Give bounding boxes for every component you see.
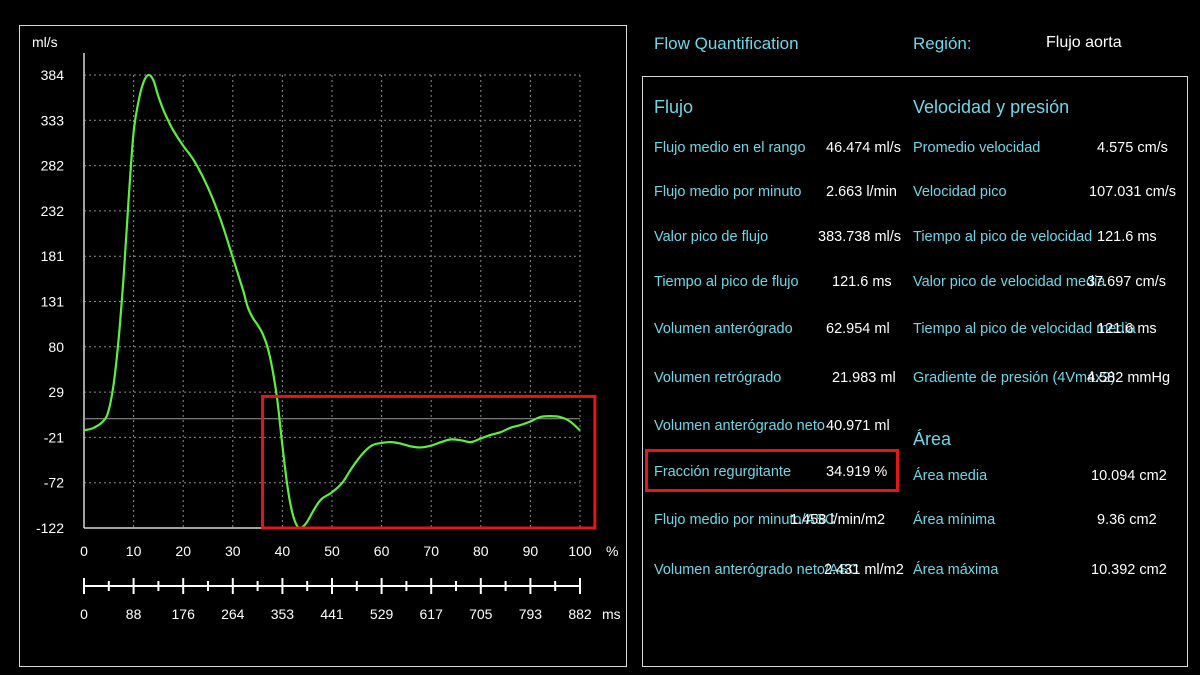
velocidad-metric-label: Promedio velocidad — [913, 140, 1041, 156]
x-ms-tick-label: 264 — [221, 606, 245, 622]
region-label: Región: — [913, 34, 972, 53]
area-metric-value: 9.36 cm2 — [1097, 512, 1157, 528]
velocidad-metric-value: 107.031 cm/s — [1089, 184, 1177, 200]
x-percent-tick-label: 80 — [473, 543, 489, 559]
x-ms-tick-label: 0 — [80, 606, 88, 622]
flujo-metric-label: Tiempo al pico de flujo — [654, 274, 799, 290]
x-percent-tick-label: 10 — [126, 543, 142, 559]
velocidad-section-title: Velocidad y presión — [913, 97, 1070, 117]
x-percent-tick-label: 90 — [523, 543, 539, 559]
area-metric-value: 10.094 cm2 — [1091, 468, 1167, 484]
x-percent-tick-label: 20 — [175, 543, 191, 559]
y-tick-label: -21 — [44, 429, 64, 445]
velocidad-metric-value: 4.582 mmHg — [1087, 370, 1171, 386]
x-ms-tick-label: 793 — [519, 606, 543, 622]
flujo-metric-value: 1.458 l/min/m2 — [790, 512, 886, 528]
x-ms-tick-label: 353 — [271, 606, 295, 622]
x-percent-tick-label: 100 — [568, 543, 592, 559]
y-tick-label: 333 — [41, 112, 65, 128]
flujo-metric-value: 121.6 ms — [832, 274, 892, 290]
x-percent-tick-label: 30 — [225, 543, 241, 559]
y-tick-label: 232 — [41, 203, 65, 219]
y-tick-label: 80 — [48, 339, 64, 355]
velocidad-metric-value: 4.575 cm/s — [1097, 140, 1168, 156]
flow-curve-chart: 384 333 282 232 181 131 80 29 -21 -72 -122 0 10 20 30 4… — [32, 34, 621, 622]
x-ms-tick-label: 176 — [172, 606, 196, 622]
velocidad-metric-label: Velocidad pico — [913, 184, 1007, 200]
app-title: Flow Quantification — [654, 34, 799, 53]
flujo-metric-label: Flujo medio por minuto — [654, 184, 802, 200]
y-axis-unit-label: ml/s — [32, 34, 58, 50]
velocidad-metric-label: Valor pico de velocidad media — [913, 274, 1106, 290]
x-ms-tick-label: 617 — [420, 606, 444, 622]
x-ms-unit-label: ms — [602, 606, 621, 622]
flujo-metric-value: 383.738 ml/s — [818, 229, 902, 245]
chart-axes — [83, 53, 584, 594]
flow-chart-panel: 384 333 282 232 181 131 80 29 -21 -72 -122 0 10 20 30 4… — [19, 25, 627, 667]
y-tick-label: 384 — [41, 67, 65, 83]
y-tick-label: 282 — [41, 158, 65, 174]
velocidad-metric-value: 121.6 ms — [1097, 321, 1157, 337]
velocidad-metric-value: 37.697 cm/s — [1087, 274, 1166, 290]
flujo-metric-value: 62.954 ml — [826, 321, 890, 337]
flujo-metric-value: 46.474 ml/s — [826, 140, 901, 156]
flujo-metric-label: Volumen anterógrado — [654, 321, 793, 337]
flujo-metric-label: Valor pico de flujo — [654, 229, 769, 245]
x-percent-tick-label: 40 — [275, 543, 291, 559]
area-metric-label: Área máxima — [913, 562, 999, 578]
x-percent-tick-label: 0 — [80, 543, 88, 559]
x-percent-tick-label: 70 — [423, 543, 439, 559]
flujo-metric-value: 2.431 ml/m2 — [824, 562, 904, 578]
area-metric-value: 10.392 cm2 — [1091, 562, 1167, 578]
area-metric-label: Área media — [913, 468, 988, 484]
area-metric-label: Área mínima — [913, 512, 996, 528]
x-ms-tick-label: 882 — [568, 606, 592, 622]
flujo-metric-label: Flujo medio en el rango — [654, 140, 806, 156]
region-value[interactable]: Flujo aorta — [1046, 34, 1122, 52]
x-percent-unit-label: % — [606, 543, 618, 559]
y-tick-label: 29 — [48, 384, 64, 400]
area-section-title: Área — [913, 429, 952, 449]
velocidad-metric-label: Tiempo al pico de velocidad — [913, 229, 1093, 245]
x-ms-tick-label: 88 — [126, 606, 142, 622]
flujo-section-title: Flujo — [654, 97, 694, 117]
flujo-metric-value: 40.971 ml — [826, 418, 890, 434]
velocidad-metric-label: Gradiente de presión (4Vmáx2) — [913, 370, 1116, 386]
x-ms-tick-label: 441 — [320, 606, 344, 622]
flujo-metric-value: 2.663 l/min — [826, 184, 897, 200]
x-percent-tick-label: 60 — [374, 543, 390, 559]
y-tick-label: -122 — [36, 520, 64, 536]
x-percent-tick-label: 50 — [324, 543, 340, 559]
x-ms-tick-label: 705 — [469, 606, 493, 622]
y-tick-label: 181 — [41, 248, 65, 264]
y-tick-label: -72 — [44, 475, 64, 491]
flujo-metric-value: 21.983 ml — [832, 370, 896, 386]
flujo-metric-label: Volumen anterógrado neto — [654, 418, 825, 434]
y-tick-label: 131 — [41, 294, 65, 310]
flujo-metric-label: Volumen retrógrado — [654, 370, 782, 386]
regurgitant-fraction-highlight — [645, 449, 899, 492]
velocidad-metric-value: 121.6 ms — [1097, 229, 1157, 245]
x-ms-tick-label: 529 — [370, 606, 394, 622]
chart-grid — [84, 74, 581, 528]
